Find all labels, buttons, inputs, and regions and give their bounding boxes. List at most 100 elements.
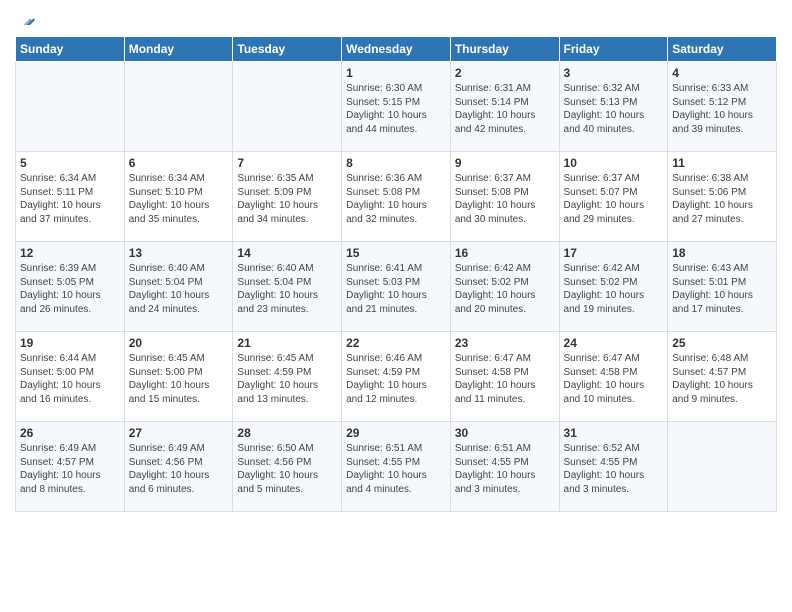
day-number: 15 xyxy=(346,246,446,260)
day-header-wednesday: Wednesday xyxy=(342,37,451,62)
day-details: Sunrise: 6:34 AMSunset: 5:11 PMDaylight:… xyxy=(20,172,120,226)
day-header-sunday: Sunday xyxy=(16,37,125,62)
calendar-cell: 22 Sunrise: 6:46 AMSunset: 4:59 PMDayligh… xyxy=(342,332,451,422)
day-details: Sunrise: 6:50 AMSunset: 4:56 PMDaylight:… xyxy=(237,442,337,496)
day-number: 28 xyxy=(237,426,337,440)
day-number: 29 xyxy=(346,426,446,440)
day-number: 1 xyxy=(346,66,446,80)
day-number: 19 xyxy=(20,336,120,350)
day-details: Sunrise: 6:42 AMSunset: 5:02 PMDaylight:… xyxy=(564,262,664,316)
day-details: Sunrise: 6:44 AMSunset: 5:00 PMDaylight:… xyxy=(20,352,120,406)
calendar-cell: 17Sunrise: 6:42 AMSunset: 5:02 PMDayligh… xyxy=(559,242,668,332)
calendar-week-5: 26 Sunrise: 6:49 AMSunset: 4:57 PMDayligh… xyxy=(16,422,777,512)
day-number: 9 xyxy=(455,156,555,170)
calendar-body: 1 Sunrise: 6:30 AMSunset: 5:15 PMDaylight… xyxy=(16,62,777,512)
day-header-friday: Friday xyxy=(559,37,668,62)
day-details: Sunrise: 6:31 AMSunset: 5:14 PMDaylight:… xyxy=(455,82,555,136)
day-number: 18 xyxy=(672,246,772,260)
calendar-cell: 16 Sunrise: 6:42 AMSunset: 5:02 PMDayligh… xyxy=(450,242,559,332)
day-number: 8 xyxy=(346,156,446,170)
day-number: 3 xyxy=(564,66,664,80)
calendar-cell: 8 Sunrise: 6:36 AMSunset: 5:08 PMDaylight… xyxy=(342,152,451,242)
calendar-cell: 19 Sunrise: 6:44 AMSunset: 5:00 PMDayligh… xyxy=(16,332,125,422)
day-details: Sunrise: 6:47 AMSunset: 4:58 PMDaylight:… xyxy=(564,352,664,406)
day-details: Sunrise: 6:37 AMSunset: 5:07 PMDaylight:… xyxy=(564,172,664,226)
header-row: SundayMondayTuesdayWednesdayThursdayFrid… xyxy=(16,37,777,62)
calendar-week-1: 1 Sunrise: 6:30 AMSunset: 5:15 PMDaylight… xyxy=(16,62,777,152)
calendar-cell: 21 Sunrise: 6:45 AMSunset: 4:59 PMDayligh… xyxy=(233,332,342,422)
day-number: 20 xyxy=(129,336,229,350)
day-number: 14 xyxy=(237,246,337,260)
calendar-cell: 13 Sunrise: 6:40 AMSunset: 5:04 PMDayligh… xyxy=(124,242,233,332)
day-details: Sunrise: 6:40 AMSunset: 5:04 PMDaylight:… xyxy=(129,262,229,316)
day-details: Sunrise: 6:49 AMSunset: 4:57 PMDaylight:… xyxy=(20,442,120,496)
day-number: 12 xyxy=(20,246,120,260)
day-header-tuesday: Tuesday xyxy=(233,37,342,62)
calendar-week-3: 12 Sunrise: 6:39 AMSunset: 5:05 PMDayligh… xyxy=(16,242,777,332)
calendar-cell: 5 Sunrise: 6:34 AMSunset: 5:11 PMDaylight… xyxy=(16,152,125,242)
day-details: Sunrise: 6:48 AMSunset: 4:57 PMDaylight:… xyxy=(672,352,772,406)
calendar-week-2: 5 Sunrise: 6:34 AMSunset: 5:11 PMDaylight… xyxy=(16,152,777,242)
day-details: Sunrise: 6:42 AMSunset: 5:02 PMDaylight:… xyxy=(455,262,555,316)
day-details: Sunrise: 6:41 AMSunset: 5:03 PMDaylight:… xyxy=(346,262,446,316)
day-details: Sunrise: 6:40 AMSunset: 5:04 PMDaylight:… xyxy=(237,262,337,316)
day-details: Sunrise: 6:51 AMSunset: 4:55 PMDaylight:… xyxy=(346,442,446,496)
calendar-cell: 30 Sunrise: 6:51 AMSunset: 4:55 PMDayligh… xyxy=(450,422,559,512)
calendar-cell: 4Sunrise: 6:33 AMSunset: 5:12 PMDaylight… xyxy=(668,62,777,152)
day-header-saturday: Saturday xyxy=(668,37,777,62)
calendar-cell xyxy=(16,62,125,152)
day-details: Sunrise: 6:33 AMSunset: 5:12 PMDaylight:… xyxy=(672,82,772,136)
day-number: 10 xyxy=(564,156,664,170)
day-number: 22 xyxy=(346,336,446,350)
day-number: 13 xyxy=(129,246,229,260)
calendar-week-4: 19 Sunrise: 6:44 AMSunset: 5:00 PMDayligh… xyxy=(16,332,777,422)
calendar-cell: 1 Sunrise: 6:30 AMSunset: 5:15 PMDaylight… xyxy=(342,62,451,152)
day-details: Sunrise: 6:51 AMSunset: 4:55 PMDaylight:… xyxy=(455,442,555,496)
day-details: Sunrise: 6:32 AMSunset: 5:13 PMDaylight:… xyxy=(564,82,664,136)
day-number: 11 xyxy=(672,156,772,170)
day-number: 30 xyxy=(455,426,555,440)
logo xyxy=(15,10,37,30)
calendar-cell: 18Sunrise: 6:43 AMSunset: 5:01 PMDayligh… xyxy=(668,242,777,332)
day-details: Sunrise: 6:45 AMSunset: 5:00 PMDaylight:… xyxy=(129,352,229,406)
day-details: Sunrise: 6:35 AMSunset: 5:09 PMDaylight:… xyxy=(237,172,337,226)
calendar-cell: 11Sunrise: 6:38 AMSunset: 5:06 PMDayligh… xyxy=(668,152,777,242)
day-header-thursday: Thursday xyxy=(450,37,559,62)
day-number: 7 xyxy=(237,156,337,170)
day-details: Sunrise: 6:36 AMSunset: 5:08 PMDaylight:… xyxy=(346,172,446,226)
calendar-cell: 15 Sunrise: 6:41 AMSunset: 5:03 PMDayligh… xyxy=(342,242,451,332)
calendar-cell: 14 Sunrise: 6:40 AMSunset: 5:04 PMDayligh… xyxy=(233,242,342,332)
day-details: Sunrise: 6:34 AMSunset: 5:10 PMDaylight:… xyxy=(129,172,229,226)
calendar-header: SundayMondayTuesdayWednesdayThursdayFrid… xyxy=(16,37,777,62)
page-header xyxy=(15,10,777,30)
day-number: 26 xyxy=(20,426,120,440)
calendar-cell xyxy=(124,62,233,152)
day-details: Sunrise: 6:52 AMSunset: 4:55 PMDaylight:… xyxy=(564,442,664,496)
day-details: Sunrise: 6:39 AMSunset: 5:05 PMDaylight:… xyxy=(20,262,120,316)
day-number: 21 xyxy=(237,336,337,350)
day-number: 2 xyxy=(455,66,555,80)
calendar-table: SundayMondayTuesdayWednesdayThursdayFrid… xyxy=(15,36,777,512)
calendar-cell: 27 Sunrise: 6:49 AMSunset: 4:56 PMDayligh… xyxy=(124,422,233,512)
calendar-cell: 7 Sunrise: 6:35 AMSunset: 5:09 PMDaylight… xyxy=(233,152,342,242)
day-number: 16 xyxy=(455,246,555,260)
calendar-cell: 12 Sunrise: 6:39 AMSunset: 5:05 PMDayligh… xyxy=(16,242,125,332)
day-details: Sunrise: 6:47 AMSunset: 4:58 PMDaylight:… xyxy=(455,352,555,406)
day-details: Sunrise: 6:46 AMSunset: 4:59 PMDaylight:… xyxy=(346,352,446,406)
calendar-cell xyxy=(668,422,777,512)
day-details: Sunrise: 6:45 AMSunset: 4:59 PMDaylight:… xyxy=(237,352,337,406)
calendar-cell: 3 Sunrise: 6:32 AMSunset: 5:13 PMDaylight… xyxy=(559,62,668,152)
calendar-cell: 24 Sunrise: 6:47 AMSunset: 4:58 PMDayligh… xyxy=(559,332,668,422)
day-number: 31 xyxy=(564,426,664,440)
calendar-cell: 23Sunrise: 6:47 AMSunset: 4:58 PMDayligh… xyxy=(450,332,559,422)
day-number: 24 xyxy=(564,336,664,350)
calendar-cell: 25Sunrise: 6:48 AMSunset: 4:57 PMDayligh… xyxy=(668,332,777,422)
day-details: Sunrise: 6:37 AMSunset: 5:08 PMDaylight:… xyxy=(455,172,555,226)
day-details: Sunrise: 6:30 AMSunset: 5:15 PMDaylight:… xyxy=(346,82,446,136)
day-number: 27 xyxy=(129,426,229,440)
calendar-cell xyxy=(233,62,342,152)
day-details: Sunrise: 6:49 AMSunset: 4:56 PMDaylight:… xyxy=(129,442,229,496)
calendar-cell: 10 Sunrise: 6:37 AMSunset: 5:07 PMDayligh… xyxy=(559,152,668,242)
logo-icon xyxy=(15,10,35,30)
day-number: 5 xyxy=(20,156,120,170)
